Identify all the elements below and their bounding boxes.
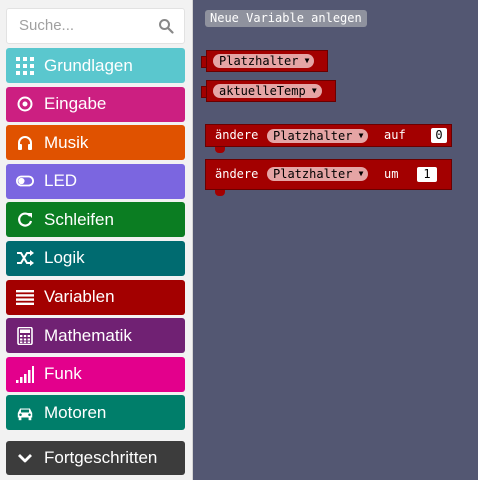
- category-label: Eingabe: [44, 94, 107, 114]
- category-label: Motoren: [44, 402, 107, 422]
- search-icon[interactable]: [158, 18, 174, 34]
- new-variable-button[interactable]: Neue Variable anlegen: [205, 10, 367, 27]
- signal-icon: [15, 364, 35, 384]
- category-logik[interactable]: Logik: [6, 240, 185, 276]
- category-funk[interactable]: Funk: [6, 356, 185, 392]
- toggle-icon: [15, 171, 35, 191]
- headphones-icon: [15, 133, 35, 153]
- category-label: Grundlagen: [44, 55, 133, 75]
- category-label: Musik: [44, 132, 89, 152]
- refresh-icon: [15, 210, 35, 230]
- dropdown-arrow-icon: ▼: [304, 56, 310, 65]
- category-mathematik[interactable]: Mathematik: [6, 318, 185, 354]
- search-input[interactable]: [19, 17, 149, 34]
- search-box[interactable]: [6, 8, 185, 44]
- grid-icon: [15, 56, 35, 76]
- variable-dropdown[interactable]: aktuelleTemp ▼: [213, 84, 322, 98]
- variable-dropdown[interactable]: Platzhalter ▼: [267, 129, 369, 143]
- dropdown-arrow-icon: ▼: [311, 86, 317, 95]
- category-led[interactable]: LED: [6, 163, 185, 199]
- category-label: Funk: [44, 364, 82, 384]
- category-list: Grundlagen Eingabe Musik LED Schleifen L…: [6, 48, 185, 434]
- category-label: Mathematik: [44, 325, 132, 345]
- calculator-icon: [15, 326, 35, 346]
- category-eingabe[interactable]: Eingabe: [6, 86, 185, 122]
- advanced-label: Fortgeschritten: [44, 448, 158, 467]
- dropdown-arrow-icon: ▼: [358, 169, 364, 178]
- dropdown-arrow-icon: ▼: [358, 131, 364, 140]
- category-schleifen[interactable]: Schleifen: [6, 202, 185, 238]
- variables-flyout: Neue Variable anlegen Platzhalter ▼ aktu…: [193, 0, 478, 480]
- change-by-label: um: [384, 167, 399, 181]
- makecode-editor: Grundlagen Eingabe Musik LED: [0, 0, 478, 480]
- value-input[interactable]: 1: [417, 167, 437, 182]
- shuffle-icon: [15, 248, 35, 268]
- list-icon: [15, 287, 35, 307]
- toolbox: Grundlagen Eingabe Musik LED: [0, 0, 193, 480]
- car-icon: [15, 403, 35, 423]
- category-musik[interactable]: Musik: [6, 125, 185, 161]
- target-icon: [15, 94, 35, 114]
- category-grundlagen[interactable]: Grundlagen: [6, 48, 185, 83]
- change-prefix-label: ändere: [215, 167, 259, 181]
- category-label: Schleifen: [44, 209, 114, 229]
- chevron-down-icon: [15, 448, 35, 468]
- category-variablen[interactable]: Variablen: [6, 279, 185, 315]
- category-label: Variablen: [44, 287, 115, 307]
- set-prefix-label: ändere: [215, 128, 259, 142]
- category-motoren[interactable]: Motoren: [6, 395, 185, 431]
- category-label: LED: [44, 171, 78, 191]
- set-to-label: auf: [384, 128, 406, 142]
- variable-dropdown[interactable]: Platzhalter ▼: [213, 54, 315, 68]
- variable-dropdown[interactable]: Platzhalter ▼: [267, 167, 369, 181]
- value-input[interactable]: 0: [431, 128, 447, 143]
- advanced-toggle[interactable]: Fortgeschritten: [6, 441, 185, 475]
- category-label: Logik: [44, 248, 85, 268]
